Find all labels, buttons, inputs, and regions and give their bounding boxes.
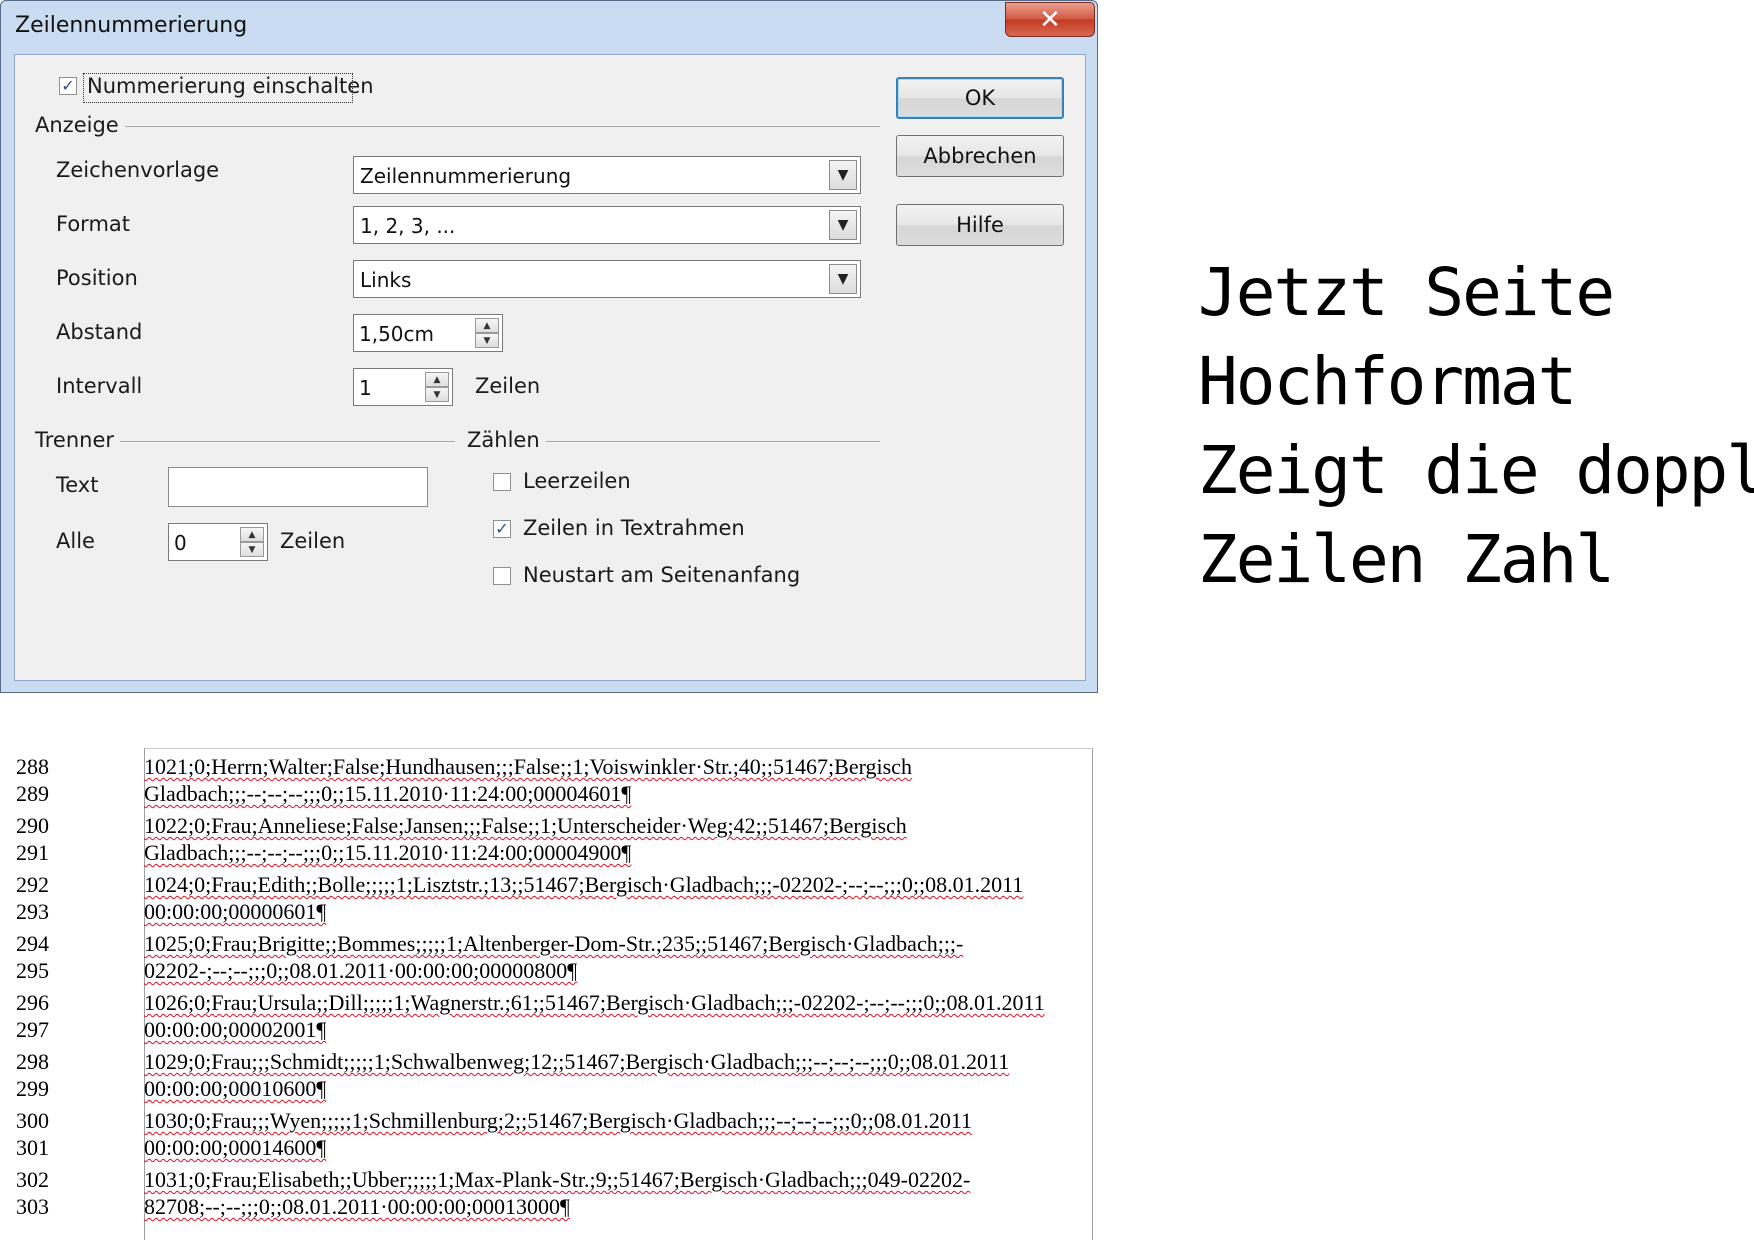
close-button[interactable]: ✕ [1005,2,1095,37]
line-number: 290 [16,813,49,838]
line-number: 295 [16,958,49,983]
intervall-spinner[interactable]: 1 ▲ ▼ [353,368,453,406]
document-text-line: 00:00:00;00002001¶ [144,1017,327,1042]
chevron-down-icon[interactable]: ▼ [829,210,857,240]
line-number: 302 [16,1167,49,1192]
checkmark-icon: ✓ [61,76,75,95]
document-text-line: Gladbach;;;--;--;--;;;0;;15.11.2010·11:2… [144,781,632,806]
position-select[interactable]: Links ▼ [353,260,861,298]
zeichenvorlage-value: Zeilennummerierung [360,164,572,188]
intervall-value: 1 [359,376,372,400]
document-text-line: 1021;0;Herrn;Walter;False;Hundhausen;;;F… [144,754,912,779]
format-value: 1, 2, 3, ... [360,214,456,238]
leerzeilen-checkbox[interactable] [493,473,511,491]
dialog-client-area: ✓ Nummerierung einschalten Anzeige Zeich… [14,54,1086,681]
document-text-line: 1022;0;Frau;Anneliese;False;Jansen;;;Fal… [144,813,907,838]
position-value: Links [360,268,412,292]
annotation-line: Hochformat [1198,343,1577,420]
document-text-line: 1026;0;Frau;Ursula;;Dill;;;;;1;Wagnerstr… [144,990,1045,1015]
spin-down-icon[interactable]: ▼ [240,542,264,557]
line-number: 292 [16,872,49,897]
trenner-group-label: Trenner [35,428,121,452]
zeichenvorlage-label: Zeichenvorlage [56,158,220,182]
help-button[interactable]: Hilfe [896,204,1064,246]
annotation-line: Jetzt Seite [1198,254,1615,331]
leerzeilen-label[interactable]: Leerzeilen [523,469,631,493]
format-label: Format [56,212,131,236]
line-number: 301 [16,1135,49,1160]
textrahmen-checkbox[interactable]: ✓ [493,520,511,538]
close-icon: ✕ [1039,4,1061,35]
intervall-label: Intervall [56,374,143,398]
annotation-note: Jetzt Seite Hochformat Zeigt die dopplte… [1198,248,1754,604]
line-number: 303 [16,1194,49,1219]
cancel-button[interactable]: Abbrechen [896,135,1064,177]
line-number: 297 [16,1017,49,1042]
chevron-down-icon[interactable]: ▼ [829,264,857,294]
document-text-line: 1030;0;Frau;;;Wyen;;;;;1;Schmillenburg;2… [144,1108,973,1133]
trenner-text-label: Text [56,473,99,497]
document-text-line: 1029;0;Frau;;;Schmidt;;;;;1;Schwalbenweg… [144,1049,1010,1074]
annotation-line: Zeilen Zahl [1198,521,1615,598]
dialog-title: Zeilennummerierung [15,13,248,38]
document-text-line: 00:00:00;00010600¶ [144,1076,327,1101]
enable-numbering-checkbox[interactable]: ✓ [59,77,77,95]
checkmark-icon: ✓ [495,519,509,538]
intervall-unit-label: Zeilen [475,374,541,398]
document-text-line: 82708;--;--;;;0;;08.01.2011·00:00:00;000… [144,1194,570,1219]
document-text-line: 1025;0;Frau;Brigitte;;Bommes;;;;;1;Alten… [144,931,964,956]
enable-numbering-label[interactable]: Nummerierung einschalten [87,74,374,98]
abstand-label: Abstand [56,320,143,344]
document-text-line: 1031;0;Frau;Elisabeth;;Ubber;;;;;1;Max-P… [144,1167,971,1192]
spin-up-icon[interactable]: ▲ [240,527,264,542]
neustart-checkbox[interactable] [493,567,511,585]
document-text-line: 00:00:00;00014600¶ [144,1135,327,1160]
spin-down-icon[interactable]: ▼ [475,333,499,348]
line-number: 298 [16,1049,49,1074]
abstand-value: 1,50cm [359,322,435,346]
abstand-spinner[interactable]: 1,50cm ▲ ▼ [353,314,503,352]
document-text-line: 02202-;--;--;;;0;;08.01.2011·00:00:00;00… [144,958,578,983]
trenner-text-input[interactable] [168,467,428,507]
line-number: 299 [16,1076,49,1101]
zeichenvorlage-select[interactable]: Zeilennummerierung ▼ [353,156,861,194]
anzeige-group-label: Anzeige [35,113,125,137]
line-number: 293 [16,899,49,924]
line-numbering-dialog: Zeilennummerierung ✕ ✓ Nummerierung eins… [0,0,1098,693]
line-number: 288 [16,754,49,779]
spin-up-icon[interactable]: ▲ [425,372,449,387]
spin-up-icon[interactable]: ▲ [475,318,499,333]
line-number: 291 [16,840,49,865]
document-text-line: 1024;0;Frau;Edith;;Bolle;;;;;1;Lisztstr.… [144,872,1024,897]
alle-spinner[interactable]: 0 ▲ ▼ [168,523,268,561]
alle-unit-label: Zeilen [280,529,346,553]
line-number: 296 [16,990,49,1015]
alle-label: Alle [56,529,95,553]
anzeige-group-line [35,126,880,127]
neustart-label[interactable]: Neustart am Seitenanfang [523,563,800,587]
position-label: Position [56,266,138,290]
chevron-down-icon[interactable]: ▼ [829,160,857,190]
document-text-line: 00:00:00;00000601¶ [144,899,327,924]
alle-value: 0 [174,531,187,555]
document-text-line: Gladbach;;;--;--;--;;;0;;15.11.2010·11:2… [144,840,632,865]
textrahmen-label[interactable]: Zeilen in Textrahmen [523,516,745,540]
spin-down-icon[interactable]: ▼ [425,387,449,402]
format-select[interactable]: 1, 2, 3, ... ▼ [353,206,861,244]
annotation-line: Zeigt die dopplte [1198,432,1754,509]
zaehlen-group-label: Zählen [467,428,546,452]
ok-button[interactable]: OK [896,77,1064,119]
line-number: 294 [16,931,49,956]
line-number: 289 [16,781,49,806]
line-number: 300 [16,1108,49,1133]
